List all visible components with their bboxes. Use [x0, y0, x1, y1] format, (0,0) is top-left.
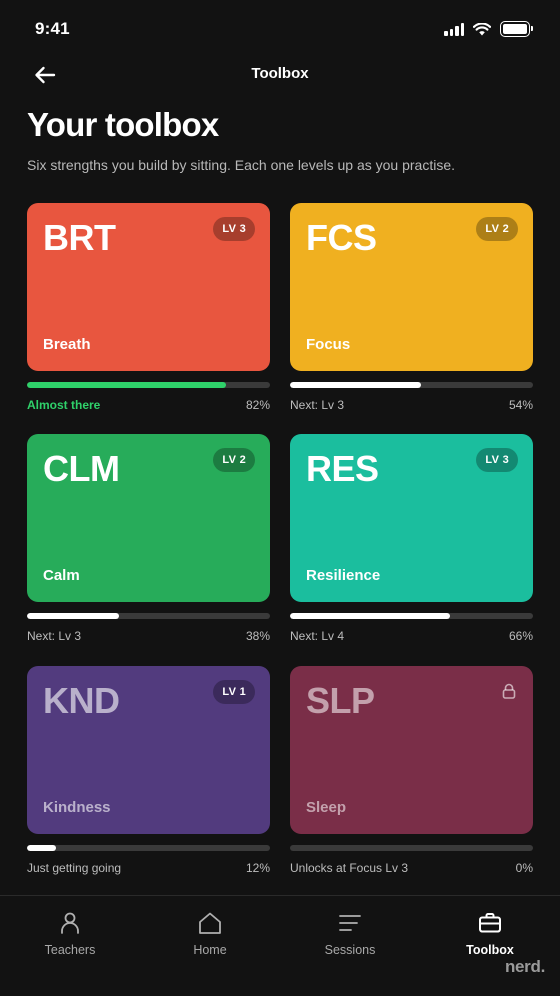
wifi-icon	[473, 22, 491, 35]
briefcase-icon	[479, 913, 501, 933]
tool-card-calm[interactable]: CLM LV 2 Calm	[27, 434, 270, 602]
level-badge: LV 2	[213, 448, 255, 472]
page-title: Your toolbox	[27, 106, 219, 143]
tab-teachers[interactable]: Teachers	[0, 896, 140, 976]
tool-code: RES	[306, 448, 379, 489]
tool-name: Calm	[43, 567, 80, 584]
progress-note: Next: Lv 4	[290, 629, 345, 643]
progress-note: Almost there	[27, 398, 101, 412]
page-subtitle: Six strengths you build by sitting. Each…	[27, 157, 456, 173]
progress-note: Next: Lv 3	[27, 629, 82, 643]
tool-sleep: SLP Sleep Unlocks at Focus Lv 3 0%	[290, 666, 533, 875]
progress-note: Unlocks at Focus Lv 3	[290, 861, 409, 875]
tool-name: Focus	[306, 336, 351, 353]
tab-bar: Teachers Home Sessions Toolbox	[0, 895, 560, 996]
tool-card-sleep[interactable]: SLP Sleep	[290, 666, 533, 834]
tool-code: FCS	[306, 217, 377, 258]
progress-percent: 38%	[245, 629, 270, 643]
tool-card-focus[interactable]: FCS LV 2 Focus	[290, 203, 533, 371]
progress-fill	[290, 382, 422, 388]
tab-label: Toolbox	[466, 943, 514, 957]
tab-label: Sessions	[324, 943, 376, 957]
tool-name: Sleep	[306, 799, 347, 816]
progress-bar	[27, 382, 270, 388]
tool-name: Breath	[43, 336, 91, 353]
level-badge: LV 1	[213, 680, 255, 704]
tab-home[interactable]: Home	[140, 896, 280, 976]
person-icon	[61, 912, 79, 934]
progress-bar	[290, 613, 533, 619]
tool-card-kindness[interactable]: KND LV 1 Kindness	[27, 666, 270, 834]
tool-code: KND	[43, 680, 120, 721]
status-bar: 9:41	[0, 0, 560, 60]
tool-name: Resilience	[306, 567, 381, 584]
battery-icon	[500, 21, 533, 37]
level-badge: LV 3	[213, 217, 255, 241]
tool-kindness: KND LV 1 Kindness Just getting going 12%	[27, 666, 270, 875]
brand-logo: nerd.	[504, 957, 545, 976]
progress-percent: 82%	[245, 398, 270, 412]
tool-focus: FCS LV 2 Focus Next: Lv 3 54%	[290, 203, 533, 412]
tab-label: Teachers	[44, 943, 96, 957]
progress-bar	[290, 845, 533, 851]
tool-name: Kindness	[43, 799, 111, 816]
progress-fill	[27, 613, 120, 619]
tool-code: SLP	[306, 680, 375, 721]
tool-card-resilience[interactable]: RES LV 3 Resilience	[290, 434, 533, 602]
progress-percent: 54%	[508, 398, 533, 412]
lock-icon	[502, 683, 516, 699]
progress-bar	[27, 845, 270, 851]
tab-sessions[interactable]: Sessions	[280, 896, 420, 976]
progress-fill	[27, 382, 227, 388]
tool-breath: BRT LV 3 Breath Almost there 82%	[27, 203, 270, 412]
tool-code: CLM	[43, 448, 120, 489]
tool-resilience: RES LV 3 Resilience Next: Lv 4 66%	[290, 434, 533, 643]
progress-percent: 66%	[508, 629, 533, 643]
cellular-signal-icon	[444, 22, 464, 36]
home-icon	[199, 912, 221, 934]
tab-label: Home	[193, 943, 227, 957]
tool-card-breath[interactable]: BRT LV 3 Breath	[27, 203, 270, 371]
nav-title: Toolbox	[251, 65, 309, 82]
status-icons	[444, 21, 533, 37]
progress-note: Next: Lv 3	[290, 398, 345, 412]
progress-note: Just getting going	[27, 861, 122, 875]
progress-percent: 0%	[515, 861, 533, 875]
level-badge: LV 3	[476, 448, 518, 472]
progress-fill	[27, 845, 57, 851]
nav-header: Toolbox	[0, 52, 560, 98]
level-badge: LV 2	[476, 217, 518, 241]
tool-calm: CLM LV 2 Calm Next: Lv 3 38%	[27, 434, 270, 643]
list-icon	[339, 915, 361, 931]
progress-bar	[290, 382, 533, 388]
progress-percent: 12%	[245, 861, 270, 875]
progress-bar	[27, 613, 270, 619]
tool-code: BRT	[43, 217, 116, 258]
progress-fill	[290, 613, 451, 619]
status-time: 9:41	[35, 19, 70, 38]
